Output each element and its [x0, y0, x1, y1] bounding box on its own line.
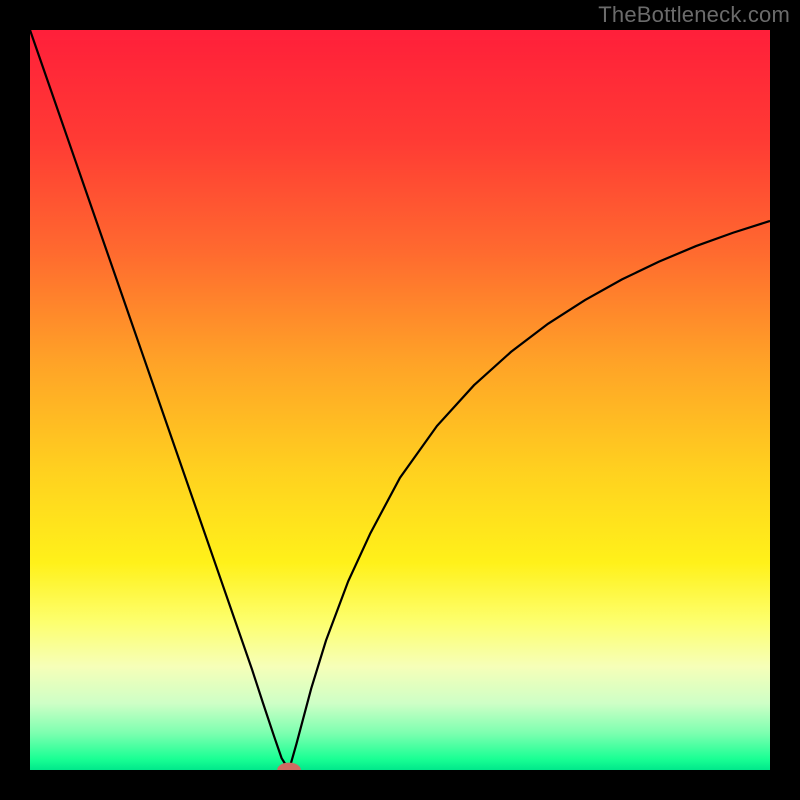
- gradient-background: [30, 30, 770, 770]
- chart-frame: TheBottleneck.com: [0, 0, 800, 800]
- bottleneck-chart: [30, 30, 770, 770]
- watermark-text: TheBottleneck.com: [598, 2, 790, 28]
